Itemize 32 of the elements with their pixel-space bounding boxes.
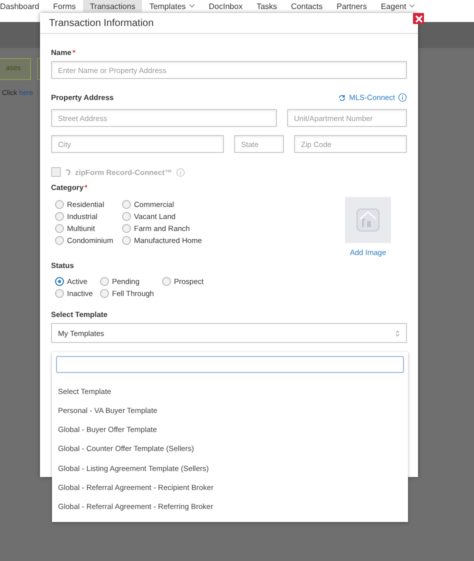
sync-icon (338, 94, 346, 102)
nav-item[interactable]: Contacts (284, 0, 330, 12)
radio-button[interactable] (55, 236, 64, 245)
nav-item[interactable]: Forms (46, 0, 83, 12)
nav-item[interactable]: Tasks (250, 0, 284, 12)
nav-item[interactable]: Templates (142, 0, 202, 12)
nav-item[interactable]: Partners (330, 0, 374, 12)
radio-button[interactable] (100, 289, 109, 298)
dialog-title: Transaction Information (49, 18, 154, 28)
caret-icon (188, 4, 195, 8)
close-button[interactable] (413, 13, 424, 24)
nav-item[interactable]: Dashboard (0, 0, 46, 12)
radio-button[interactable] (122, 236, 131, 245)
radio-button[interactable] (55, 224, 64, 233)
radio-button[interactable] (55, 289, 64, 298)
placeholder-image (345, 197, 391, 243)
radio-button[interactable] (122, 224, 131, 233)
radio-button[interactable] (162, 277, 171, 286)
radio-button[interactable] (55, 212, 64, 221)
radio-button[interactable] (100, 277, 109, 286)
radio-button[interactable] (55, 200, 64, 209)
info-icon (398, 93, 407, 102)
nav-item[interactable]: DocInbox (202, 0, 250, 12)
sort-icon (395, 330, 400, 336)
nav-item[interactable]: Transactions (82, 0, 142, 12)
search-field[interactable] (56, 356, 404, 373)
info-icon (176, 168, 186, 176)
radio-button[interactable] (122, 200, 131, 209)
radio-button[interactable] (122, 212, 131, 221)
radio-button[interactable] (55, 277, 64, 286)
caret-icon (409, 4, 416, 8)
nav-item[interactable]: Eagent (374, 0, 422, 12)
